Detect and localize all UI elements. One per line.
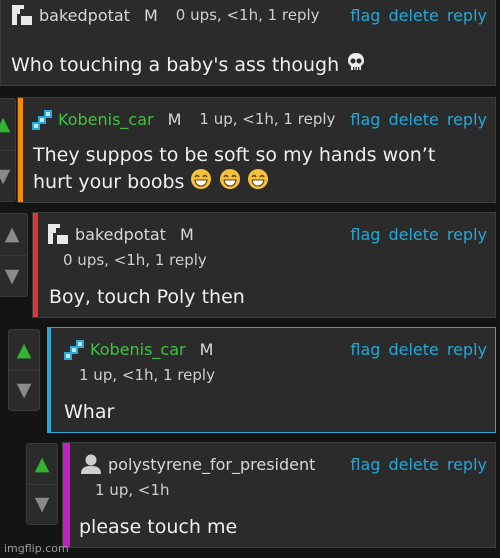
- comment-actions: flag delete reply: [350, 340, 487, 359]
- comment-text: Who touching a baby's ass though: [11, 54, 340, 76]
- comment-actions: flag delete reply: [350, 225, 487, 244]
- comment-4: Kobenis_car M flag delete reply 1 up, <1…: [47, 327, 496, 433]
- vote-column: ▲ ▼: [0, 213, 28, 297]
- username[interactable]: Kobenis_car: [58, 110, 154, 129]
- vote-column: ▲ ▼: [0, 98, 16, 202]
- bakedpotat-icon[interactable]: [11, 4, 33, 26]
- flag-link[interactable]: flag: [350, 110, 380, 129]
- comment-body: Whar: [64, 401, 115, 423]
- comment-3: bakedpotat M flag delete reply 0 ups, <1…: [32, 212, 496, 318]
- mod-badge: M: [179, 224, 194, 244]
- downvote-arrow-icon[interactable]: ▼: [9, 369, 39, 411]
- username[interactable]: polystyrene_for_president: [108, 455, 315, 474]
- comment-body: Boy, touch Poly then: [49, 286, 245, 308]
- grinning-face-icon: [219, 168, 241, 197]
- upvote-arrow-icon[interactable]: ▲: [27, 444, 57, 484]
- reply-link[interactable]: reply: [447, 225, 487, 244]
- username[interactable]: bakedpotat: [75, 225, 166, 244]
- grinning-face-icon: [247, 168, 269, 197]
- comment-1: bakedpotat M 0 ups, <1h, 1 reply flag de…: [0, 0, 496, 86]
- flag-link[interactable]: flag: [350, 455, 380, 474]
- mod-badge: M: [199, 339, 214, 359]
- upvote-arrow-icon[interactable]: ▲: [0, 214, 27, 255]
- reply-link[interactable]: reply: [447, 340, 487, 359]
- comment-text-line-2: hurt your boobs: [33, 171, 185, 193]
- comment-5: polystyrene_for_president flag delete re…: [62, 442, 496, 548]
- skull-icon: [345, 51, 367, 80]
- reply-link[interactable]: reply: [447, 6, 487, 25]
- delete-link[interactable]: delete: [388, 455, 438, 474]
- kobenis-icon[interactable]: [62, 338, 84, 360]
- upvote-arrow-icon[interactable]: ▲: [0, 99, 15, 150]
- flag-link[interactable]: flag: [350, 225, 380, 244]
- comment-body: They suppos to be soft so my hands won’t…: [33, 142, 435, 197]
- delete-link[interactable]: delete: [388, 6, 438, 25]
- mod-badge: M: [143, 5, 158, 25]
- comment-meta: 1 up, <1h: [95, 481, 170, 499]
- kobenis-icon[interactable]: [30, 108, 52, 130]
- grinning-face-icon: [190, 168, 212, 197]
- comment-body: Who touching a baby's ass though: [11, 51, 367, 80]
- reply-link[interactable]: reply: [447, 110, 487, 129]
- comment-text-line-1: They suppos to be soft so my hands won’t: [33, 144, 436, 166]
- reply-link[interactable]: reply: [447, 455, 487, 474]
- watermark: imgflip.com: [4, 542, 69, 555]
- default-user-icon[interactable]: [80, 453, 102, 475]
- downvote-arrow-icon[interactable]: ▼: [27, 483, 57, 525]
- comment-actions: flag delete reply: [350, 110, 487, 129]
- delete-link[interactable]: delete: [388, 340, 438, 359]
- flag-link[interactable]: flag: [350, 6, 380, 25]
- bakedpotat-icon[interactable]: [47, 223, 69, 245]
- comment-meta: 1 up, <1h, 1 reply: [199, 110, 336, 128]
- comment-body: please touch me: [79, 516, 238, 538]
- comment-meta: 0 ups, <1h, 1 reply: [63, 251, 207, 269]
- downvote-arrow-icon[interactable]: ▼: [0, 254, 27, 297]
- comment-meta: 0 ups, <1h, 1 reply: [175, 6, 320, 24]
- comment-thread: bakedpotat M 0 ups, <1h, 1 reply flag de…: [0, 0, 500, 558]
- mod-badge: M: [167, 109, 182, 129]
- flag-link[interactable]: flag: [350, 340, 380, 359]
- comment-actions: flag delete reply: [350, 6, 487, 25]
- comment-actions: flag delete reply: [350, 455, 487, 474]
- comment-meta: 1 up, <1h, 1 reply: [79, 366, 215, 384]
- delete-link[interactable]: delete: [388, 225, 438, 244]
- username[interactable]: Kobenis_car: [90, 340, 186, 359]
- upvote-arrow-icon[interactable]: ▲: [9, 330, 39, 370]
- vote-column: ▲ ▼: [8, 329, 40, 411]
- username[interactable]: bakedpotat: [39, 6, 130, 25]
- vote-column: ▲ ▼: [26, 443, 58, 525]
- downvote-arrow-icon[interactable]: ▼: [0, 149, 15, 202]
- delete-link[interactable]: delete: [388, 110, 438, 129]
- comment-2: Kobenis_car M 1 up, <1h, 1 reply flag de…: [17, 97, 496, 203]
